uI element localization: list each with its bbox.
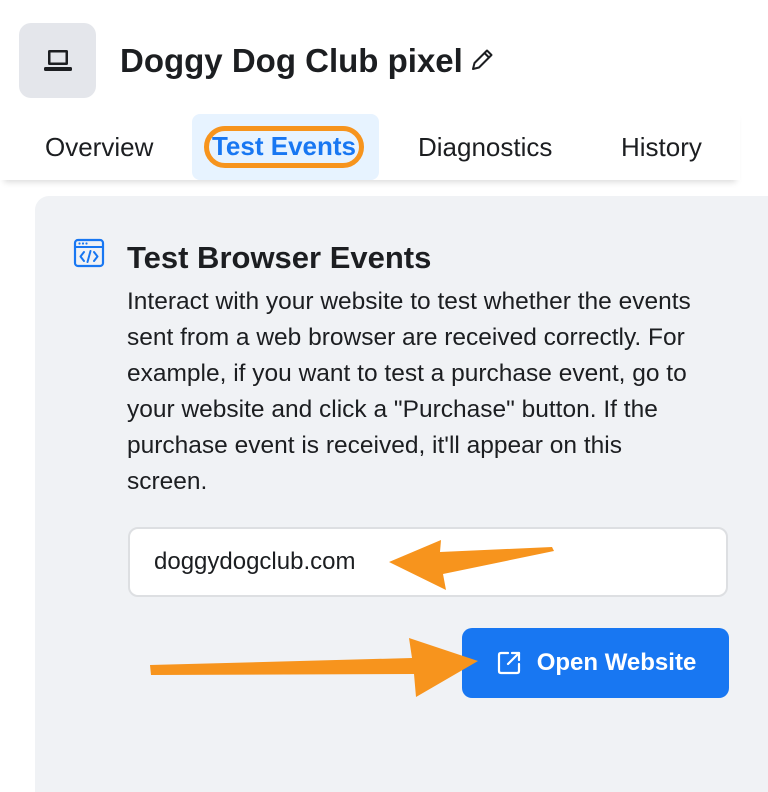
page: Doggy Dog Club pixel Overview Test Event…	[0, 0, 768, 792]
tab-history[interactable]: History	[621, 108, 702, 180]
tab-bar: Overview Test Events Diagnostics History	[0, 108, 740, 180]
tab-diagnostics[interactable]: Diagnostics	[418, 108, 552, 180]
page-title: Doggy Dog Club pixel	[120, 42, 463, 79]
tab-test-events[interactable]: Test Events	[204, 126, 364, 168]
pencil-icon[interactable]	[466, 44, 498, 76]
laptop-icon	[43, 49, 72, 71]
tab-overview[interactable]: Overview	[45, 108, 153, 180]
browser-code-icon	[73, 238, 105, 268]
website-url-input[interactable]	[128, 527, 728, 597]
section-description: Interact with your website to test wheth…	[127, 288, 691, 495]
pixel-avatar	[19, 23, 96, 98]
open-website-button[interactable]: Open Website	[462, 628, 729, 698]
open-website-label: Open Website	[536, 649, 697, 676]
external-link-icon	[497, 651, 520, 675]
section-title: Test Browser Events	[127, 240, 432, 275]
